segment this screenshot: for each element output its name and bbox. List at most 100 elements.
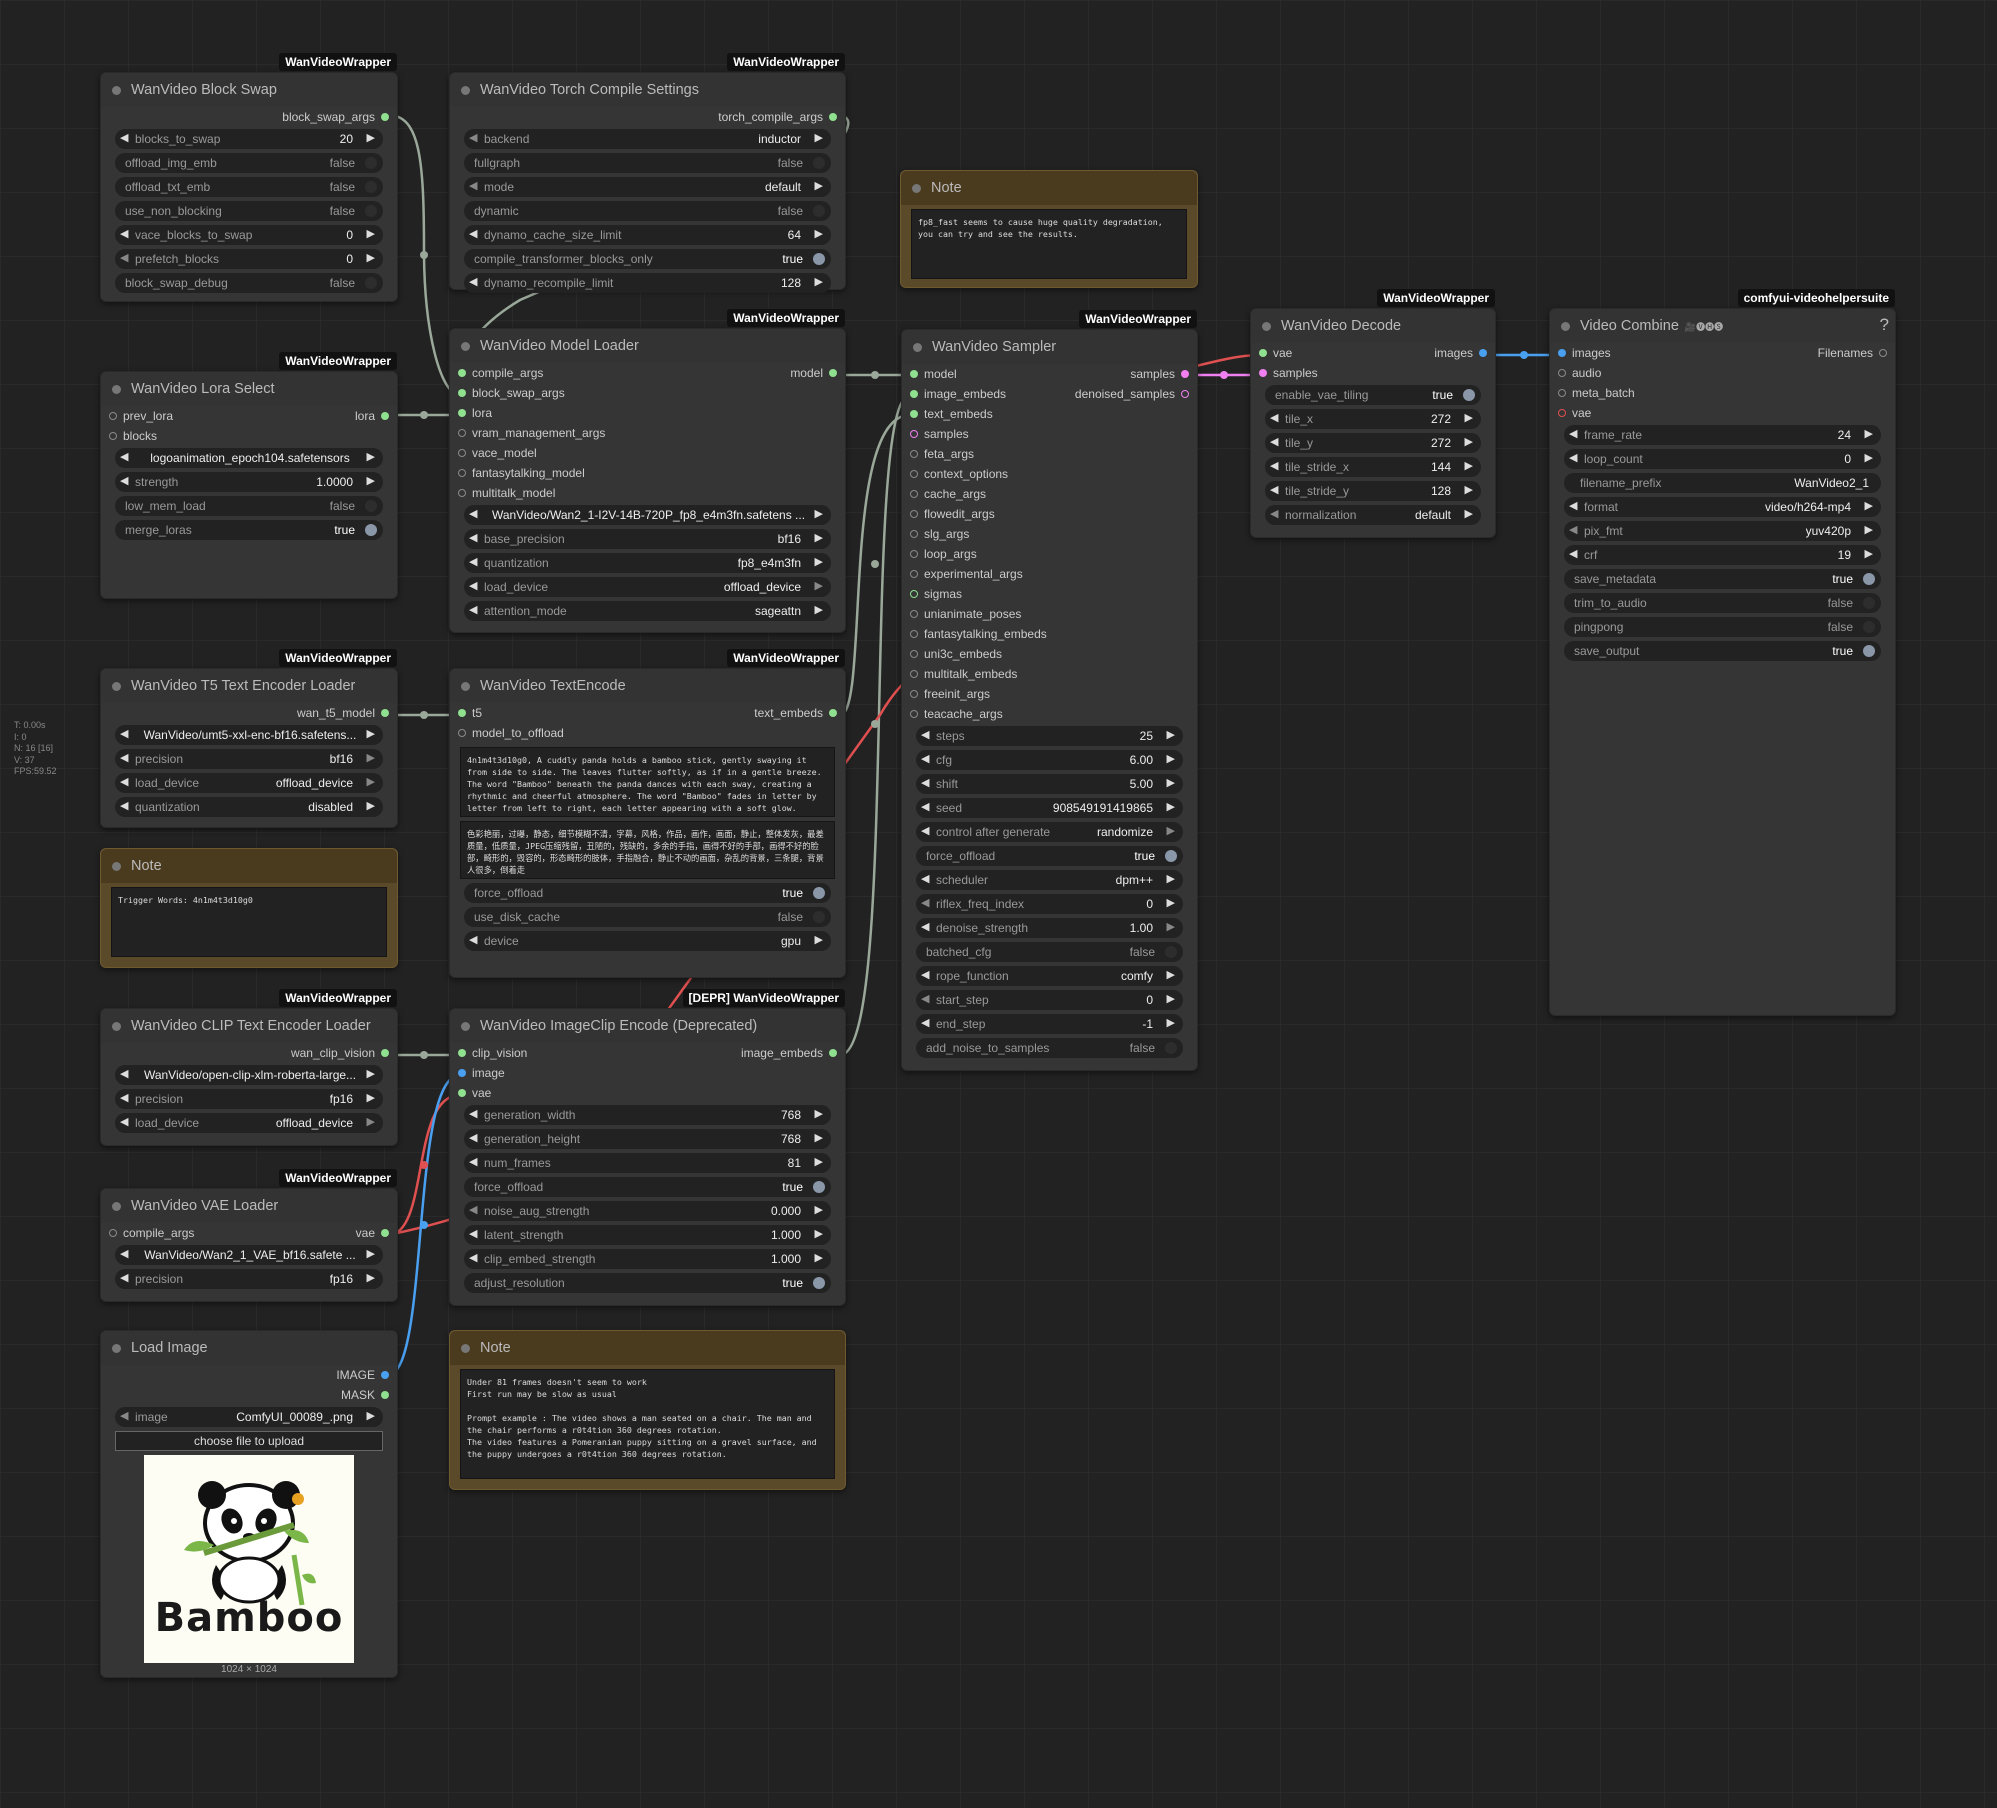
right-arrow-icon[interactable]: ▶ bbox=[1465, 411, 1473, 424]
output-socket-icon[interactable] bbox=[829, 369, 837, 377]
output-socket-icon[interactable] bbox=[829, 113, 837, 121]
node-note-trigger[interactable]: Note Trigger Words: 4n1m4t3d10g0 bbox=[100, 848, 398, 968]
toggle-force-offload[interactable]: force_offload true bbox=[464, 883, 831, 903]
right-arrow-icon[interactable]: ▶ bbox=[1865, 547, 1873, 560]
combo-format[interactable]: ◀ format video/h264-mp4 ▶ bbox=[1564, 497, 1881, 517]
toggle-adjust-resolution[interactable]: adjust_resolution true bbox=[464, 1273, 831, 1293]
output-socket-icon[interactable] bbox=[381, 1371, 389, 1379]
input-socket-icon[interactable] bbox=[910, 590, 918, 598]
toggle-compile-transformer-blocks-only[interactable]: compile_transformer_blocks_only true bbox=[464, 249, 831, 269]
collapse-dot-icon[interactable] bbox=[461, 85, 470, 95]
input-socket-icon[interactable] bbox=[1558, 369, 1566, 377]
right-arrow-icon[interactable]: ▶ bbox=[367, 775, 375, 788]
input-socket-icon[interactable] bbox=[910, 650, 918, 658]
left-arrow-icon[interactable]: ◀ bbox=[469, 1203, 477, 1216]
left-arrow-icon[interactable]: ◀ bbox=[1270, 411, 1278, 424]
node-title[interactable]: WanVideo Lora Select bbox=[101, 372, 397, 406]
input-socket-icon[interactable] bbox=[458, 709, 466, 717]
toggle-add-noise-to-samples[interactable]: add_noise_to_samples false bbox=[916, 1038, 1183, 1058]
input-slot[interactable]: feta_args bbox=[902, 444, 1197, 464]
toggle-low-mem-load[interactable]: low_mem_load false bbox=[115, 496, 383, 516]
widget-seed[interactable]: ◀ seed 908549191419865 ▶ bbox=[916, 798, 1183, 818]
toggle-trim-to-audio[interactable]: trim_to_audio false bbox=[1564, 593, 1881, 613]
input-slot[interactable]: vae bbox=[450, 1083, 845, 1103]
right-arrow-icon[interactable]: ▶ bbox=[1167, 776, 1175, 789]
left-arrow-icon[interactable]: ◀ bbox=[469, 555, 477, 568]
output-socket-icon[interactable] bbox=[381, 1391, 389, 1399]
right-arrow-icon[interactable]: ▶ bbox=[367, 1409, 375, 1422]
right-arrow-icon[interactable]: ▶ bbox=[367, 251, 375, 264]
input-slot[interactable]: cache_args bbox=[902, 484, 1197, 504]
toggle-block-swap-debug[interactable]: block_swap_debug false bbox=[115, 273, 383, 293]
note-textarea[interactable]: Trigger Words: 4n1m4t3d10g0 bbox=[111, 887, 387, 957]
right-arrow-icon[interactable]: ▶ bbox=[367, 799, 375, 812]
input-socket-icon[interactable] bbox=[910, 390, 918, 398]
input-slot[interactable]: flowedit_args bbox=[902, 504, 1197, 524]
left-arrow-icon[interactable]: ◀ bbox=[120, 727, 128, 740]
combo-rope-function[interactable]: ◀ rope_function comfy ▶ bbox=[916, 966, 1183, 986]
widget-prefetch-blocks[interactable]: ◀ prefetch_blocks 0 ▶ bbox=[115, 249, 383, 269]
input-socket-icon[interactable] bbox=[458, 369, 466, 377]
input-slot[interactable]: meta_batch bbox=[1550, 383, 1895, 403]
right-arrow-icon[interactable]: ▶ bbox=[815, 555, 823, 568]
combo-model[interactable]: ◀ WanVideo/Wan2_1-I2V-14B-720P_fp8_e4m3fn… bbox=[464, 505, 831, 525]
right-arrow-icon[interactable]: ▶ bbox=[367, 474, 375, 487]
right-arrow-icon[interactable]: ▶ bbox=[367, 1067, 375, 1080]
collapse-dot-icon[interactable] bbox=[112, 861, 121, 871]
input-socket-icon[interactable] bbox=[458, 429, 466, 437]
left-arrow-icon[interactable]: ◀ bbox=[469, 1155, 477, 1168]
combo-pix-fmt[interactable]: ◀ pix_fmt yuv420p ▶ bbox=[1564, 521, 1881, 541]
left-arrow-icon[interactable]: ◀ bbox=[469, 1251, 477, 1264]
left-arrow-icon[interactable]: ◀ bbox=[469, 579, 477, 592]
left-arrow-icon[interactable]: ◀ bbox=[120, 1067, 128, 1080]
toggle-use-disk-cache[interactable]: use_disk_cache false bbox=[464, 907, 831, 927]
input-socket-icon[interactable] bbox=[910, 470, 918, 478]
toggle-pingpong[interactable]: pingpong false bbox=[1564, 617, 1881, 637]
output-slot[interactable]: MASK bbox=[101, 1385, 397, 1405]
widget-vace-blocks-to-swap[interactable]: ◀ vace_blocks_to_swap 0 ▶ bbox=[115, 225, 383, 245]
input-slot[interactable]: block_swap_args bbox=[450, 383, 845, 403]
left-arrow-icon[interactable]: ◀ bbox=[120, 1247, 128, 1260]
node-title[interactable]: Note bbox=[450, 1331, 845, 1365]
toggle-use-non-blocking[interactable]: use_non_blocking false bbox=[115, 201, 383, 221]
input-slot[interactable]: vae bbox=[1550, 403, 1895, 423]
widget-loop-count[interactable]: ◀ loop_count 0 ▶ bbox=[1564, 449, 1881, 469]
right-arrow-icon[interactable]: ▶ bbox=[1167, 968, 1175, 981]
output-slot[interactable]: block_swap_args bbox=[101, 107, 397, 127]
input-socket-icon[interactable] bbox=[1259, 349, 1267, 357]
input-socket-icon[interactable] bbox=[910, 570, 918, 578]
input-socket-icon[interactable] bbox=[1558, 409, 1566, 417]
right-arrow-icon[interactable]: ▶ bbox=[1167, 728, 1175, 741]
combo-attention-mode[interactable]: ◀ attention_mode sageattn ▶ bbox=[464, 601, 831, 621]
input-socket-icon[interactable] bbox=[458, 469, 466, 477]
left-arrow-icon[interactable]: ◀ bbox=[1569, 427, 1577, 440]
widget-start-step[interactable]: ◀ start_step 0 ▶ bbox=[916, 990, 1183, 1010]
right-arrow-icon[interactable]: ▶ bbox=[1167, 992, 1175, 1005]
left-arrow-icon[interactable]: ◀ bbox=[1569, 523, 1577, 536]
combo-load-device[interactable]: ◀ load_device offload_device ▶ bbox=[115, 773, 383, 793]
left-arrow-icon[interactable]: ◀ bbox=[469, 531, 477, 544]
left-arrow-icon[interactable]: ◀ bbox=[469, 603, 477, 616]
output-socket-icon[interactable] bbox=[1879, 349, 1887, 357]
right-arrow-icon[interactable]: ▶ bbox=[815, 1155, 823, 1168]
input-slot[interactable]: fantasytalking_embeds bbox=[902, 624, 1197, 644]
left-arrow-icon[interactable]: ◀ bbox=[120, 751, 128, 764]
right-arrow-icon[interactable]: ▶ bbox=[367, 751, 375, 764]
widget-steps[interactable]: ◀ steps 25 ▶ bbox=[916, 726, 1183, 746]
input-socket-icon[interactable] bbox=[1259, 369, 1267, 377]
input-socket-icon[interactable] bbox=[109, 412, 117, 420]
collapse-dot-icon[interactable] bbox=[461, 1343, 470, 1353]
left-arrow-icon[interactable]: ◀ bbox=[120, 474, 128, 487]
negative-prompt-textarea[interactable]: 色彩艳丽，过曝，静态，细节模糊不清，字幕，风格，作品，画作，画面，静止，整体发灰… bbox=[460, 821, 835, 879]
io-slot[interactable]: t5 text_embeds bbox=[450, 703, 845, 723]
widget-clip-embed-strength[interactable]: ◀ clip_embed_strength 1.000 ▶ bbox=[464, 1249, 831, 1269]
right-arrow-icon[interactable]: ▶ bbox=[815, 531, 823, 544]
input-slot[interactable]: image bbox=[450, 1063, 845, 1083]
right-arrow-icon[interactable]: ▶ bbox=[1167, 752, 1175, 765]
left-arrow-icon[interactable]: ◀ bbox=[469, 507, 477, 520]
node-title[interactable]: WanVideo Sampler bbox=[902, 330, 1197, 364]
widget-shift[interactable]: ◀ shift 5.00 ▶ bbox=[916, 774, 1183, 794]
output-slot[interactable]: wan_clip_vision bbox=[101, 1043, 397, 1063]
right-arrow-icon[interactable]: ▶ bbox=[1865, 523, 1873, 536]
left-arrow-icon[interactable]: ◀ bbox=[921, 992, 929, 1005]
